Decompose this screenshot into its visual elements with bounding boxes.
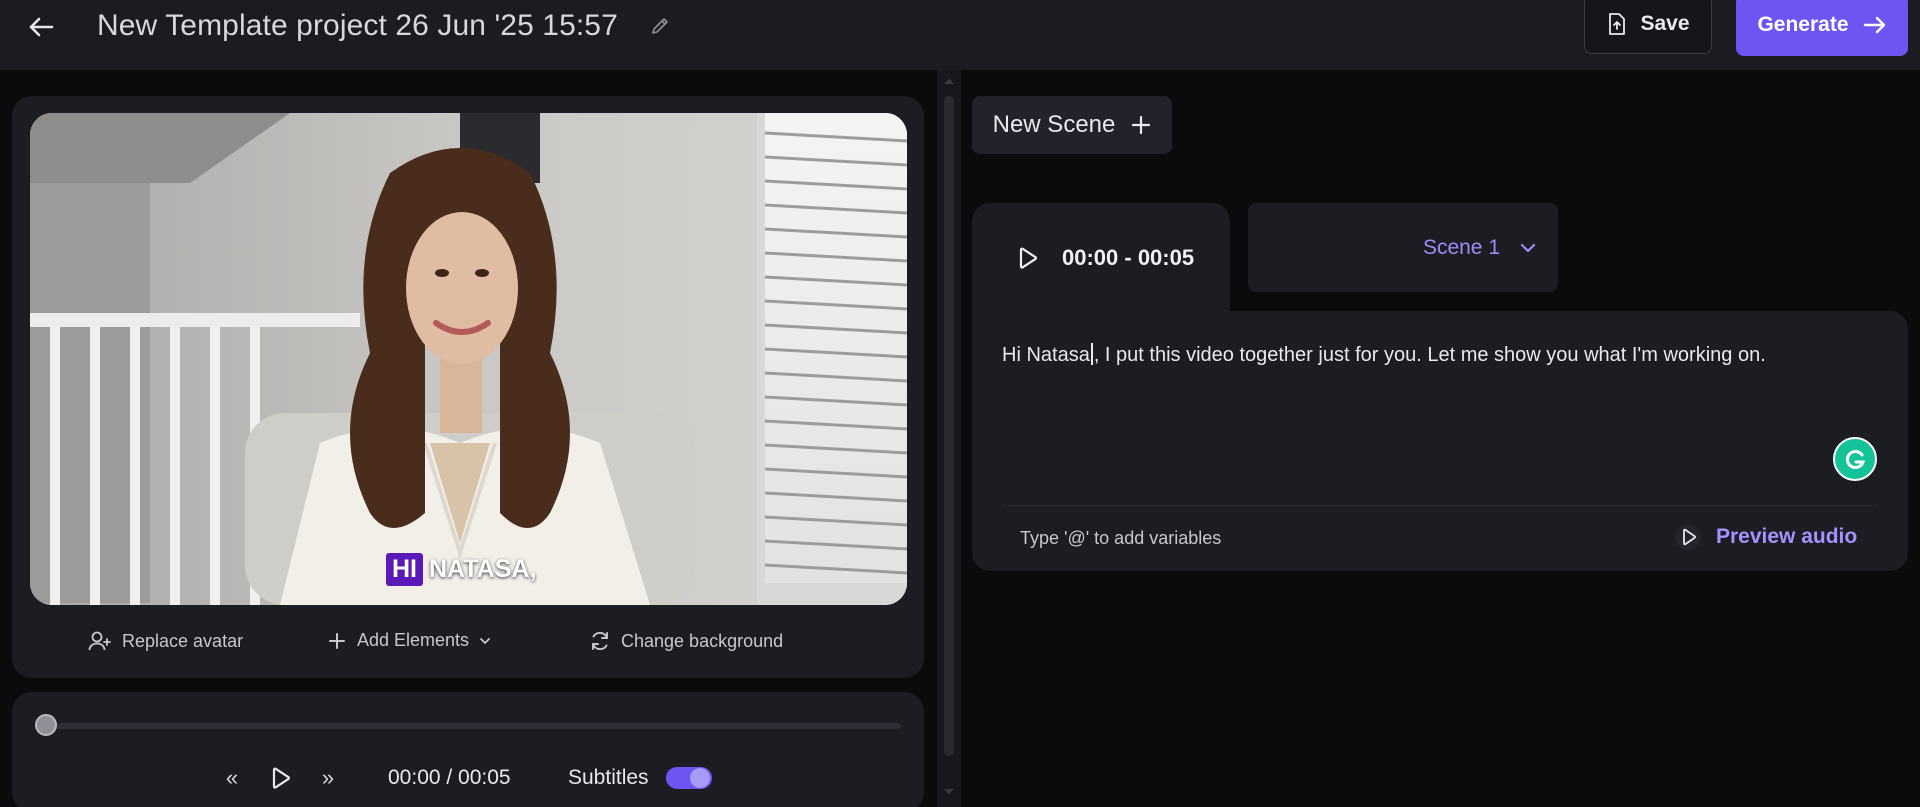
subtitles-label: Subtitles	[568, 766, 649, 789]
save-label: Save	[1640, 12, 1690, 35]
save-button[interactable]: Save	[1584, 0, 1712, 54]
time-readout: 00:00 / 00:05	[388, 766, 511, 789]
script-text-after-caret: , I put this video together just for you…	[1093, 344, 1766, 366]
timeline-scrubber[interactable]	[35, 714, 57, 736]
scene-selector[interactable]: Scene 1	[1248, 203, 1558, 292]
new-scene-label: New Scene	[992, 111, 1116, 138]
subtitle-text: NATASA,	[429, 555, 537, 583]
avatar-actions-bar: Replace avatar Add Elements Change backg…	[12, 620, 924, 666]
subtitle-highlight-word: HI	[386, 553, 423, 586]
play-icon	[1019, 247, 1038, 269]
plus-icon	[1132, 115, 1151, 135]
back-button[interactable]	[22, 8, 60, 46]
avatar-video-preview[interactable]	[30, 113, 907, 605]
subtitle-overlay: HI NATASA,	[386, 553, 536, 586]
avatar-scene-image	[30, 113, 907, 605]
forward-icon: »	[321, 765, 335, 790]
script-textarea[interactable]: Hi Natasa, I put this video together jus…	[1002, 343, 1766, 367]
replace-avatar-label: Replace avatar	[122, 630, 244, 651]
project-title[interactable]: New Template project 26 Jun '25 15:57	[97, 9, 618, 43]
subtitles-toggle[interactable]	[666, 767, 712, 789]
scroll-up-arrow[interactable]	[941, 76, 957, 86]
change-background-button[interactable]: Change background	[589, 630, 783, 652]
refresh-icon	[592, 632, 608, 650]
pencil-icon[interactable]	[648, 14, 672, 38]
upload-file-icon	[1609, 13, 1626, 35]
text-caret	[1090, 343, 1093, 365]
scene-play-button[interactable]	[1012, 243, 1042, 273]
preview-audio-button[interactable]: Preview audio	[1674, 523, 1857, 551]
play-button[interactable]	[266, 764, 294, 792]
play-icon	[272, 767, 291, 789]
scrollbar-thumb[interactable]	[944, 96, 954, 756]
script-text-before-caret: Hi Natasa	[1002, 344, 1090, 366]
change-background-label: Change background	[621, 630, 784, 651]
arrow-right-icon	[1863, 16, 1885, 34]
variables-hint: Type '@' to add variables	[1020, 528, 1222, 548]
generate-label: Generate	[1757, 13, 1849, 36]
new-scene-button[interactable]: New Scene	[972, 96, 1172, 154]
rewind-icon: «	[225, 765, 239, 790]
chevron-down-icon	[480, 637, 490, 644]
play-icon	[1675, 524, 1701, 550]
script-divider	[1002, 505, 1878, 506]
rewind-button[interactable]: «	[220, 764, 244, 792]
replace-avatar-button[interactable]: Replace avatar	[88, 630, 243, 652]
user-plus-icon	[88, 631, 111, 651]
scene-selector-label: Scene 1	[1422, 235, 1500, 259]
chevron-down-icon	[1520, 243, 1536, 252]
grammarly-icon[interactable]	[1833, 437, 1877, 481]
generate-button[interactable]: Generate	[1736, 0, 1908, 56]
timeline-track[interactable]	[44, 723, 901, 729]
toggle-knob	[690, 768, 710, 788]
back-arrow-icon	[29, 17, 54, 37]
plus-icon	[329, 632, 345, 649]
add-elements-label: Add Elements	[357, 630, 470, 650]
preview-audio-label: Preview audio	[1716, 525, 1858, 548]
add-elements-button[interactable]: Add Elements	[327, 630, 491, 651]
scroll-down-arrow[interactable]	[941, 787, 957, 797]
scene-time-range: 00:00 - 00:05	[1062, 245, 1195, 270]
forward-button[interactable]: »	[316, 764, 340, 792]
